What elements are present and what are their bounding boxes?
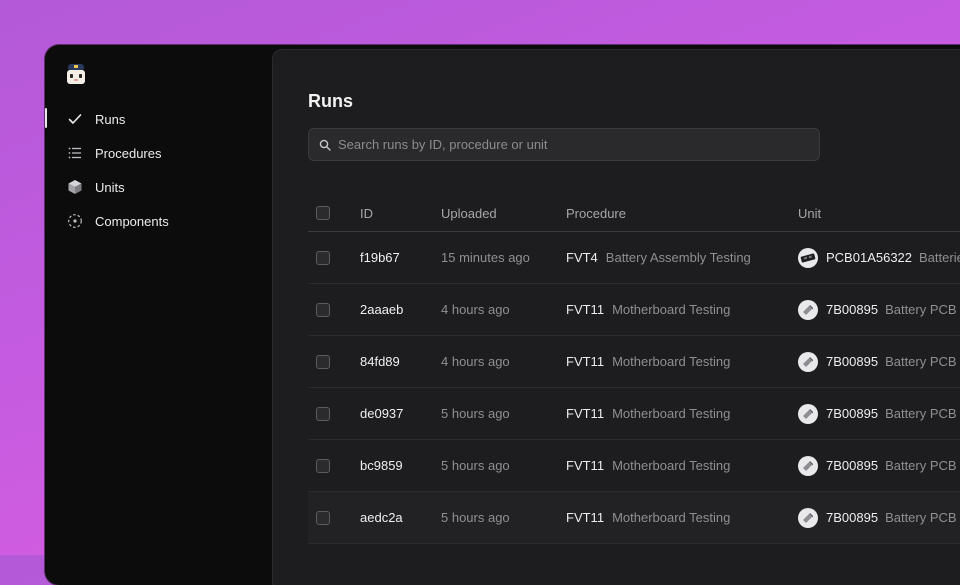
unit-part: Battery PCB [885,510,957,525]
unit-part: Battery PCB [885,458,957,473]
column-header-uploaded[interactable]: Uploaded [441,195,497,231]
run-uploaded: 4 hours ago [441,302,510,317]
table-row[interactable]: de0937 5 hours ago FVT11 Motherboard Tes… [308,388,960,440]
unit-serial: PCB01A56322 [826,250,913,265]
unit-serial: 7B00895 [826,406,879,421]
table-row[interactable]: 2aaaeb 4 hours ago FVT11 Motherboard Tes… [308,284,960,336]
table-row[interactable]: f19b67 15 minutes ago FVT4 Battery Assem… [308,232,960,284]
run-uploaded: 15 minutes ago [441,250,530,265]
row-checkbox[interactable] [316,510,330,525]
row-checkbox[interactable] [316,250,330,265]
procedure-name: Motherboard Testing [612,302,731,317]
battery-module-icon [798,455,818,476]
run-uploaded: 4 hours ago [441,354,510,369]
column-header-unit[interactable]: Unit [798,195,821,231]
run-procedure[interactable]: FVT11 Motherboard Testing [566,388,730,439]
sidebar-item-runs[interactable]: Runs [45,102,272,136]
run-uploaded: 5 hours ago [441,458,510,473]
run-id: de0937 [360,406,404,421]
unit-part: Battery PCB [885,354,957,369]
run-unit[interactable]: 7B00895 Battery PCB [798,440,957,491]
battery-module-icon [798,507,818,528]
run-id: 84fd89 [360,354,400,369]
page-title: Runs [308,91,353,111]
procedure-code: FVT11 [566,354,605,369]
procedure-name: Motherboard Testing [612,354,731,369]
sidebar-nav: Runs Procedures Units Components [45,102,272,238]
unit-serial: 7B00895 [826,302,879,317]
unit-part: Battery PCB [885,406,957,421]
table-header-row: ID Uploaded Procedure Unit [308,195,960,232]
run-procedure[interactable]: FVT11 Motherboard Testing [566,492,730,543]
run-unit[interactable]: 7B00895 Battery PCB [798,284,957,335]
procedure-name: Motherboard Testing [612,510,731,525]
run-procedure[interactable]: FVT4 Battery Assembly Testing [566,232,751,283]
procedure-code: FVT11 [566,406,605,421]
run-uploaded: 5 hours ago [441,510,510,525]
battery-module-icon [798,351,818,372]
row-checkbox[interactable] [316,406,330,421]
sidebar-item-label: Procedures [95,145,162,161]
select-all-checkbox[interactable] [316,206,330,220]
procedure-name: Battery Assembly Testing [605,250,751,265]
runs-table: ID Uploaded Procedure Unit f19b67 15 min… [308,195,960,544]
main-panel: Runs ID Uploaded Procedure Unit f19b67 1… [272,49,960,585]
unit-serial: 7B00895 [826,510,879,525]
table-row[interactable]: aedc2a 5 hours ago FVT11 Motherboard Tes… [308,492,960,544]
pcb-board-icon [798,247,818,268]
cube-icon [67,179,83,195]
component-icon [67,213,83,229]
row-checkbox[interactable] [316,302,330,317]
procedure-code: FVT11 [566,302,605,317]
unit-part: Batterie [919,250,960,265]
search-box[interactable] [308,128,820,161]
run-procedure[interactable]: FVT11 Motherboard Testing [566,336,730,387]
sidebar-item-units[interactable]: Units [45,170,272,204]
table-row[interactable]: 84fd89 4 hours ago FVT11 Motherboard Tes… [308,336,960,388]
search-input[interactable] [338,137,778,152]
unit-serial: 7B00895 [826,354,879,369]
unit-part: Battery PCB [885,302,957,317]
battery-module-icon [798,403,818,424]
list-icon [67,145,83,161]
run-unit[interactable]: 7B00895 Battery PCB [798,336,957,387]
column-header-id[interactable]: ID [360,195,373,231]
table-row[interactable]: bc9859 5 hours ago FVT11 Motherboard Tes… [308,440,960,492]
procedure-code: FVT11 [566,458,605,473]
search-icon [319,139,331,151]
procedure-name: Motherboard Testing [612,458,731,473]
run-unit[interactable]: 7B00895 Battery PCB [798,492,957,543]
procedure-code: FVT11 [566,510,605,525]
row-checkbox[interactable] [316,458,330,473]
run-uploaded: 5 hours ago [441,406,510,421]
sidebar: Runs Procedures Units Components [45,45,272,585]
battery-module-icon [798,299,818,320]
sidebar-item-label: Units [95,179,125,195]
check-icon [67,111,83,127]
sidebar-item-procedures[interactable]: Procedures [45,136,272,170]
app-logo[interactable] [65,62,87,86]
sidebar-item-label: Components [95,213,169,229]
run-id: 2aaaeb [360,302,404,317]
run-id: aedc2a [360,510,403,525]
sidebar-item-components[interactable]: Components [45,204,272,238]
run-procedure[interactable]: FVT11 Motherboard Testing [566,284,730,335]
procedure-code: FVT4 [566,250,598,265]
run-id: bc9859 [360,458,403,473]
run-id: f19b67 [360,250,400,265]
app-window: Runs Procedures Units Components Runs Se… [45,45,960,585]
run-unit[interactable]: PCB01A56322 Batterie [798,232,960,283]
row-checkbox[interactable] [316,354,330,369]
procedure-name: Motherboard Testing [612,406,731,421]
column-header-procedure[interactable]: Procedure [566,195,626,231]
unit-serial: 7B00895 [826,458,879,473]
run-procedure[interactable]: FVT11 Motherboard Testing [566,440,730,491]
sidebar-item-label: Runs [95,111,126,127]
run-unit[interactable]: 7B00895 Battery PCB [798,388,957,439]
